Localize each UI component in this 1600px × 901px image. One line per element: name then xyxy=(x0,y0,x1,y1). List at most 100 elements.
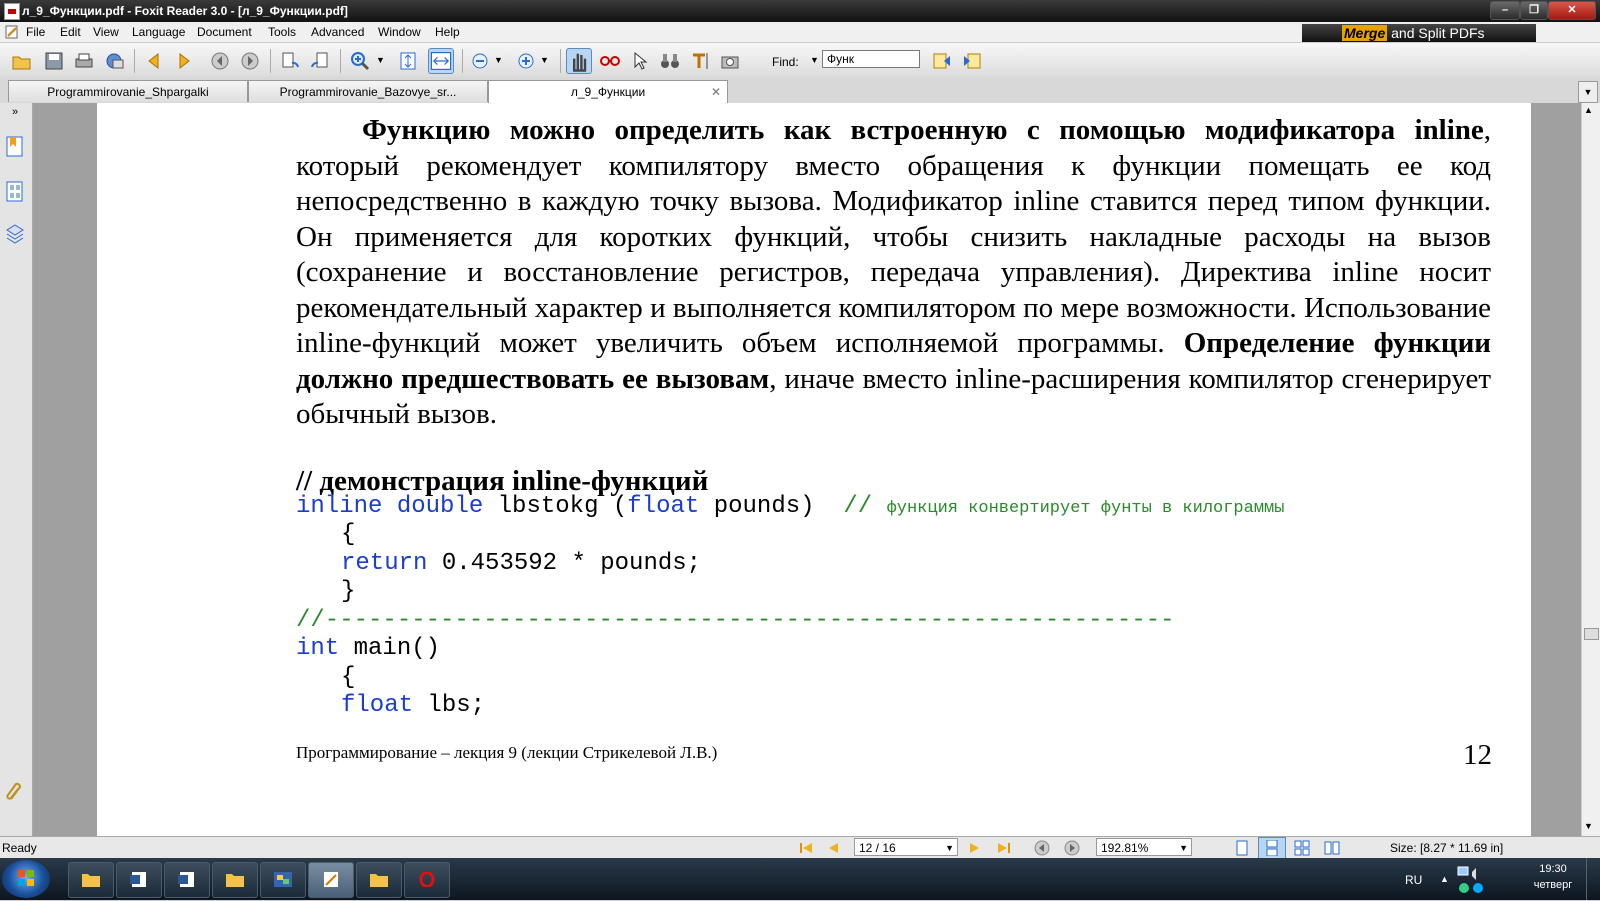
taskbar-explorer-3[interactable] xyxy=(356,862,402,898)
taskbar-opera[interactable] xyxy=(404,862,450,898)
forward-status-icon[interactable] xyxy=(1064,840,1080,856)
show-hidden-icons-arrow-icon[interactable]: ▲ xyxy=(1440,874,1449,884)
zoom-in-tool-icon[interactable] xyxy=(350,51,370,71)
scrollbar-thumb[interactable] xyxy=(1584,628,1599,640)
code-line-2: { xyxy=(341,521,356,548)
tab-close-icon[interactable]: ✕ xyxy=(711,81,721,103)
page-number: 12 xyxy=(1463,739,1492,771)
taskbar-foxit-reader[interactable] xyxy=(308,862,354,898)
attachments-paperclip-icon[interactable] xyxy=(5,781,25,803)
minimize-button[interactable]: – xyxy=(1490,1,1520,20)
save-icon[interactable] xyxy=(44,51,64,71)
rotate-left-icon[interactable] xyxy=(280,51,300,71)
back-status-icon[interactable] xyxy=(1034,840,1050,856)
word-document-icon xyxy=(178,872,194,887)
single-page-view-icon[interactable] xyxy=(1234,840,1250,856)
hand-tool-button[interactable] xyxy=(566,48,592,74)
page-combo-dropdown-icon[interactable]: ▼ xyxy=(945,839,954,857)
tab-list-dropdown-button[interactable]: ▼ xyxy=(1578,81,1598,103)
taskbar-explorer-2[interactable] xyxy=(212,862,258,898)
menu-advanced[interactable]: Advanced xyxy=(311,25,364,39)
scroll-down-icon[interactable]: ▼ xyxy=(1584,821,1593,831)
taskbar-word-1[interactable] xyxy=(116,862,162,898)
title-bar: л_9_Функции.pdf - Foxit Reader 3.0 - [л_… xyxy=(0,0,1600,22)
maximize-button[interactable]: ❐ xyxy=(1520,1,1548,20)
menu-file[interactable]: File xyxy=(26,25,45,39)
menu-edit[interactable]: Edit xyxy=(60,25,81,39)
foxit-reader-icon xyxy=(324,872,338,887)
continuous-facing-view-icon[interactable] xyxy=(1324,840,1340,856)
tab-l9-funkcii[interactable]: л_9_Функции ✕ xyxy=(488,80,728,103)
first-page-icon[interactable] xyxy=(798,840,814,856)
system-clock[interactable]: 19:30 четверг xyxy=(1523,863,1583,891)
expand-pane-chevron-icon[interactable]: » xyxy=(12,106,18,118)
merge-split-banner[interactable]: Merge and Split PDFs xyxy=(1302,24,1536,42)
find-label: Find: xyxy=(772,55,799,69)
menu-help[interactable]: Help xyxy=(435,25,460,39)
zoom-combo-dropdown-icon[interactable]: ▼ xyxy=(1179,839,1188,857)
code-line-separator: //--------------------------------------… xyxy=(296,607,1175,634)
menu-window[interactable]: Window xyxy=(378,25,421,39)
previous-page-icon[interactable] xyxy=(144,51,164,71)
menu-document[interactable]: Document xyxy=(197,25,252,39)
prev-page-status-icon[interactable] xyxy=(826,840,842,856)
zoom-in-dropdown-icon[interactable]: ▼ xyxy=(540,55,549,65)
forward-view-icon[interactable] xyxy=(240,51,260,71)
back-view-icon[interactable] xyxy=(210,51,230,71)
continuous-view-button[interactable] xyxy=(1258,837,1286,860)
taskbar-word-2[interactable] xyxy=(164,862,210,898)
menu-tools[interactable]: Tools xyxy=(268,25,296,39)
pdf-page: Функцию можно определить как встроенную … xyxy=(97,103,1531,836)
tab-programmirovanie-shpargalki[interactable]: Programmirovanie_Shpargalki xyxy=(8,80,248,102)
next-page-status-icon[interactable] xyxy=(966,840,982,856)
folder-icon xyxy=(226,874,244,887)
code-line-8: float lbs; xyxy=(341,692,486,719)
open-folder-icon[interactable] xyxy=(12,51,32,71)
zoom-in-icon[interactable] xyxy=(516,51,536,71)
snapshot-camera-icon[interactable] xyxy=(720,51,740,71)
page-thumbnails-icon[interactable] xyxy=(5,181,25,203)
zoom-out-icon[interactable] xyxy=(470,51,490,71)
fit-page-icon[interactable] xyxy=(398,51,418,71)
find-input[interactable] xyxy=(822,50,920,68)
next-page-icon[interactable] xyxy=(174,51,194,71)
keyboard-language-indicator[interactable]: RU xyxy=(1405,873,1422,887)
start-button[interactable] xyxy=(2,860,50,898)
find-previous-icon[interactable] xyxy=(932,51,952,71)
page-number-combo[interactable]: 12 / 16 ▼ xyxy=(854,838,958,856)
menu-view[interactable]: View xyxy=(93,25,119,39)
last-page-icon[interactable] xyxy=(996,840,1012,856)
bookmarks-icon[interactable] xyxy=(5,136,25,158)
print-icon[interactable] xyxy=(74,51,94,71)
window-title: л_9_Функции.pdf - Foxit Reader 3.0 - [л_… xyxy=(22,4,348,18)
facing-view-icon[interactable] xyxy=(1294,840,1310,856)
binoculars-icon[interactable] xyxy=(660,51,680,71)
select-arrow-icon[interactable] xyxy=(630,51,650,71)
fit-width-button[interactable] xyxy=(428,48,454,74)
clock-time: 19:30 xyxy=(1539,863,1567,875)
find-next-icon[interactable] xyxy=(962,51,982,71)
scroll-up-icon[interactable]: ▲ xyxy=(1584,105,1593,115)
show-desktop-button[interactable] xyxy=(1586,858,1600,900)
tab-programmirovanie-bazovye[interactable]: Programmirovanie_Bazovye_sr... xyxy=(248,80,488,102)
word-document-icon xyxy=(130,872,146,887)
taskbar-dev-app[interactable] xyxy=(260,862,306,898)
vertical-scrollbar[interactable]: ▲ ▼ xyxy=(1581,103,1600,836)
fit-width-icon xyxy=(430,52,452,70)
glasses-icon[interactable] xyxy=(600,51,620,71)
system-tray-icons[interactable] xyxy=(1456,864,1506,896)
code-line-3: return 0.453592 * pounds; xyxy=(341,550,702,577)
taskbar-explorer-1[interactable] xyxy=(68,862,114,898)
layers-icon[interactable] xyxy=(5,223,25,245)
zoom-out-dropdown-icon[interactable]: ▼ xyxy=(494,55,503,65)
document-viewport[interactable]: Функцию можно определить как встроенную … xyxy=(33,103,1581,836)
rotate-right-icon[interactable] xyxy=(310,51,330,71)
left-navigation-pane: » xyxy=(0,103,33,836)
zoom-tool-dropdown-icon[interactable]: ▼ xyxy=(376,55,385,65)
menu-language[interactable]: Language xyxy=(132,25,185,39)
close-button[interactable]: ✕ xyxy=(1548,1,1596,20)
text-select-icon[interactable] xyxy=(690,51,710,71)
email-globe-icon[interactable] xyxy=(104,51,124,71)
zoom-level-combo[interactable]: 192.81% ▼ xyxy=(1096,838,1192,856)
find-options-dropdown-icon[interactable]: ▼ xyxy=(810,55,819,65)
